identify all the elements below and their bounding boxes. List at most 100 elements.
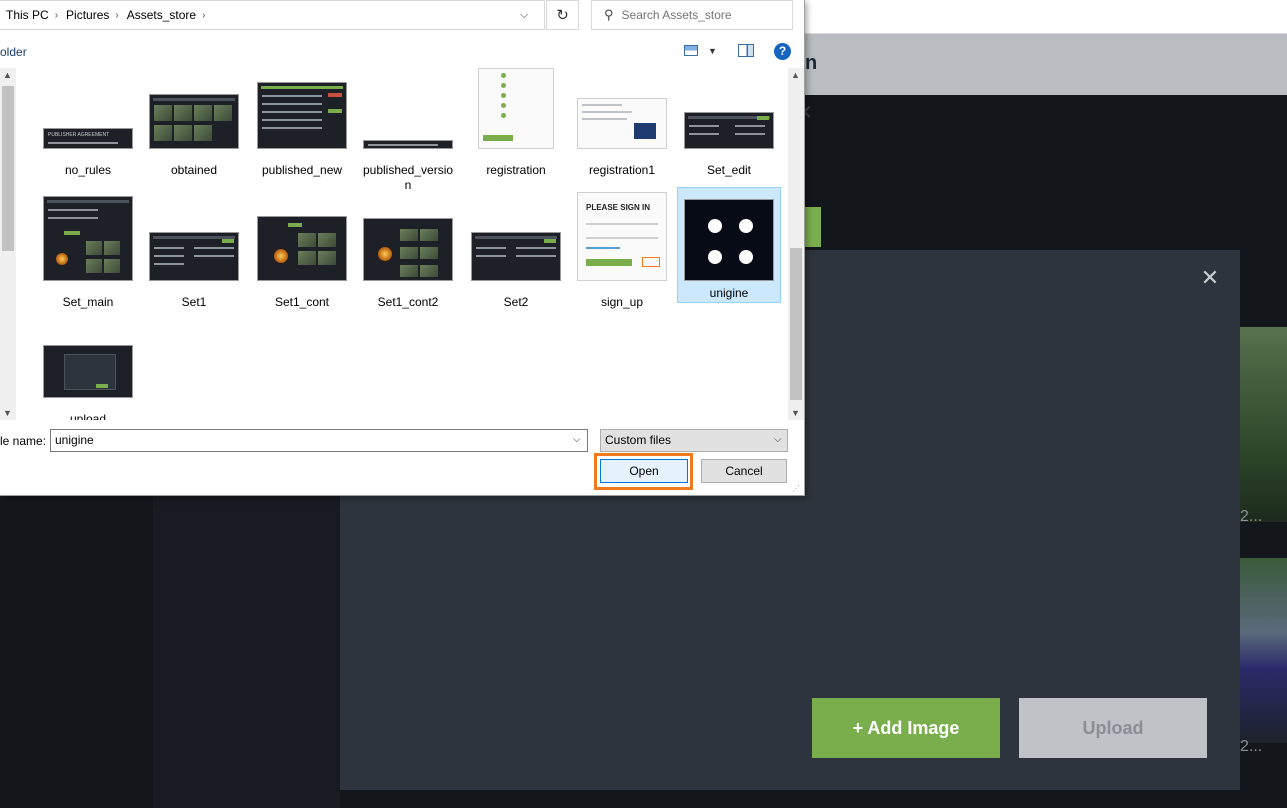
file-item-published-version[interactable]: published_version	[356, 78, 460, 196]
thumbnail-dot	[501, 73, 506, 78]
file-thumbnail	[478, 68, 554, 149]
thumbnail-text: PLEASE SIGN IN	[586, 203, 651, 212]
file-item-sign-up[interactable]: PLEASE SIGN IN sign_up	[570, 192, 674, 328]
file-thumbnail	[257, 216, 347, 281]
thumbnail-image	[154, 105, 172, 121]
thumbnail-dot	[501, 83, 506, 88]
file-thumbnail	[257, 82, 347, 149]
file-list-scrollbar[interactable]: ▲ ▼	[788, 68, 804, 420]
scroll-up-icon[interactable]: ▲	[3, 70, 12, 80]
nav-pane-scrollbar[interactable]: ▲ ▼	[0, 68, 16, 420]
chevron-down-icon[interactable]: ⌵	[774, 434, 782, 445]
thumbnail-line	[582, 111, 632, 113]
file-item-upload[interactable]: upload	[36, 327, 140, 420]
refresh-icon: ↻	[556, 7, 569, 24]
view-options-icon[interactable]	[684, 45, 698, 56]
scrollbar-thumb[interactable]	[2, 86, 14, 251]
background-column	[153, 496, 340, 808]
thumbnail-image	[56, 253, 68, 265]
file-name-label: le name:	[0, 434, 47, 448]
file-thumbnail	[149, 94, 239, 149]
thumbnail-line	[48, 142, 118, 144]
preview-pane-icon[interactable]	[738, 44, 754, 57]
thumbnail-line	[262, 127, 322, 129]
thumbnail-badge	[64, 231, 80, 235]
thumbnail-image	[174, 125, 192, 141]
breadcrumb-pictures[interactable]: Pictures	[66, 8, 109, 22]
file-name: Set1_cont	[274, 295, 330, 309]
scroll-down-icon[interactable]: ▼	[3, 408, 12, 418]
search-box[interactable]: ⚲	[591, 0, 793, 30]
thumbnail-dot	[501, 113, 506, 118]
chevron-down-icon[interactable]: ⌵	[573, 434, 581, 445]
help-icon[interactable]: ?	[774, 43, 791, 60]
file-item-registration[interactable]: registration	[464, 68, 568, 196]
refresh-button[interactable]: ↻	[546, 0, 579, 30]
thumbnail-badge	[328, 109, 342, 113]
thumbnail-line	[368, 144, 438, 146]
file-name: registration	[486, 163, 546, 177]
background-thumbnail	[1240, 558, 1287, 743]
file-name: upload	[69, 412, 107, 420]
thumbnail-image	[194, 105, 212, 121]
chevron-right-icon[interactable]: ›	[55, 10, 58, 21]
thumbnail-badge	[757, 116, 769, 120]
search-input[interactable]	[621, 8, 782, 22]
thumbnail-image	[420, 229, 438, 241]
file-name-input[interactable]: unigine	[50, 429, 588, 452]
file-item-set1-cont2[interactable]: Set1_cont2	[356, 210, 460, 328]
file-thumbnail	[43, 196, 133, 281]
file-item-set2[interactable]: Set2	[464, 210, 568, 328]
file-item-published-new[interactable]: published_new	[250, 78, 354, 196]
file-item-obtained[interactable]: obtained	[142, 78, 246, 196]
thumbnail-line	[735, 133, 765, 135]
thumbnail-image	[420, 265, 438, 277]
cancel-button[interactable]: Cancel	[701, 459, 787, 483]
open-button[interactable]: Open	[600, 459, 688, 483]
address-bar[interactable]: This PC › Pictures › Assets_store › ⌵	[0, 0, 545, 30]
thumbnail-line	[689, 133, 719, 135]
file-name: published_version	[362, 163, 454, 192]
file-item-unigine[interactable]: unigine	[677, 187, 781, 303]
add-image-button[interactable]: + Add Image	[812, 698, 1000, 758]
new-folder-button[interactable]: older	[0, 45, 27, 59]
scrollbar-thumb[interactable]	[790, 248, 802, 400]
file-item-set-main[interactable]: Set_main	[36, 196, 140, 328]
thumbnail-badge	[328, 93, 342, 97]
chevron-down-icon[interactable]: ▼	[708, 46, 717, 56]
chevron-right-icon[interactable]: ›	[202, 10, 205, 21]
thumbnail-dot	[501, 103, 506, 108]
thumbnail-line	[586, 247, 620, 249]
file-type-select[interactable]: Custom files	[600, 429, 788, 452]
thumbnail-button	[642, 257, 660, 267]
thumbnail-line	[586, 223, 658, 225]
thumbnail-line	[516, 255, 556, 257]
chevron-right-icon[interactable]: ›	[115, 10, 118, 21]
file-item-set-edit[interactable]: Set_edit	[677, 78, 781, 196]
upload-button[interactable]: Upload	[1019, 698, 1207, 758]
file-thumbnail: PUBLISHER AGREEMENT	[43, 128, 133, 149]
file-item-set1[interactable]: Set1	[142, 210, 246, 328]
thumbnail-line	[48, 217, 98, 219]
file-item-registration1[interactable]: registration1	[570, 78, 674, 196]
chevron-down-icon[interactable]: ⌵	[520, 9, 528, 22]
thumbnail-image	[378, 247, 392, 261]
file-thumbnail	[471, 232, 561, 281]
background-green-button-fragment	[805, 207, 821, 247]
thumbnail-line	[582, 118, 627, 120]
thumbnail-dot	[708, 250, 722, 264]
close-icon[interactable]: ✕	[1198, 266, 1222, 290]
thumbnail-image	[400, 229, 418, 241]
resize-grip-icon[interactable]: ⋰	[792, 484, 800, 493]
scroll-down-icon[interactable]: ▼	[791, 408, 800, 418]
breadcrumb-assets-store[interactable]: Assets_store	[127, 8, 196, 22]
thumbnail-image	[274, 249, 288, 263]
thumbnail-line	[516, 247, 556, 249]
breadcrumb-this-pc[interactable]: This PC	[6, 8, 49, 22]
file-item-set1-cont[interactable]: Set1_cont	[250, 210, 354, 328]
scroll-up-icon[interactable]: ▲	[791, 70, 800, 80]
file-name: unigine	[709, 286, 749, 300]
file-item-no-rules[interactable]: PUBLISHER AGREEMENT no_rules	[36, 78, 140, 196]
file-thumbnail	[149, 232, 239, 281]
thumbnail-line	[262, 119, 322, 121]
